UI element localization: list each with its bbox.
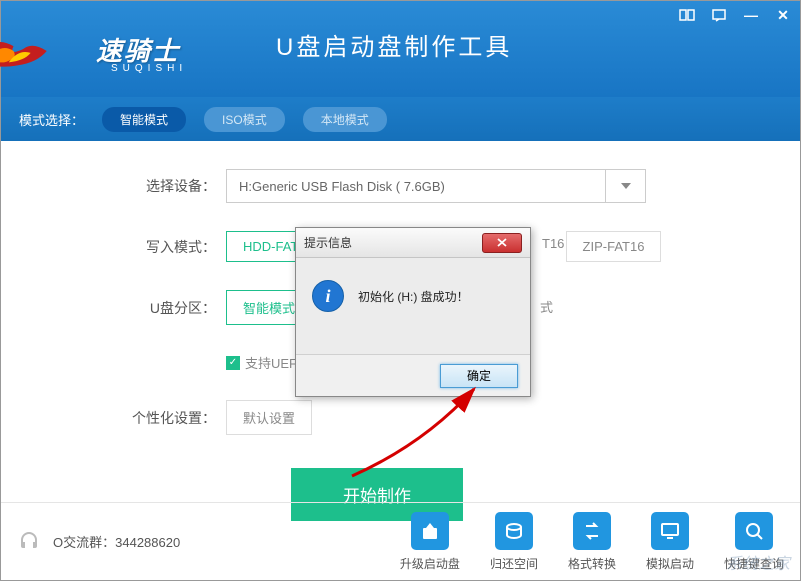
personal-default[interactable]: 默认设置 bbox=[226, 400, 312, 435]
close-button[interactable]: ✕ bbox=[774, 7, 792, 23]
personal-row: 个性化设置： 默认设置 bbox=[61, 400, 740, 435]
tool-upgrade[interactable]: 升级启动盘 bbox=[400, 512, 460, 572]
tool-restore[interactable]: 归还空间 bbox=[490, 512, 538, 572]
app-header: 速骑士 SUQISHI U盘启动盘制作工具 — ✕ bbox=[1, 1, 800, 97]
minimize-button[interactable]: — bbox=[742, 7, 760, 23]
upgrade-icon bbox=[411, 512, 449, 550]
convert-icon bbox=[573, 512, 611, 550]
info-icon: i bbox=[312, 280, 344, 312]
window-controls: — ✕ bbox=[678, 7, 792, 23]
dialog-message: 初始化 (H:) 盘成功！ bbox=[358, 288, 469, 305]
feedback-icon[interactable] bbox=[710, 7, 728, 23]
logo: 速骑士 SUQISHI bbox=[21, 13, 251, 85]
device-dropdown-button[interactable] bbox=[606, 169, 646, 203]
device-select[interactable]: H:Generic USB Flash Disk ( 7.6GB) bbox=[226, 169, 606, 203]
tab-local-mode[interactable]: 本地模式 bbox=[303, 107, 387, 132]
dialog-close-button[interactable] bbox=[482, 233, 522, 253]
restore-icon bbox=[495, 512, 533, 550]
dialog-title-text: 提示信息 bbox=[304, 234, 352, 251]
check-icon: ✓ bbox=[226, 356, 240, 370]
dialog-footer: 确定 bbox=[296, 354, 530, 396]
book-icon[interactable] bbox=[678, 7, 696, 23]
device-row: 选择设备： H:Generic USB Flash Disk ( 7.6GB) bbox=[61, 169, 740, 203]
app-title: U盘启动盘制作工具 bbox=[276, 27, 512, 62]
brand-pinyin: SUQISHI bbox=[111, 63, 187, 74]
simulate-icon bbox=[651, 512, 689, 550]
mode-label: 模式选择： bbox=[19, 110, 84, 129]
info-dialog: 提示信息 i 初始化 (H:) 盘成功！ 确定 bbox=[295, 227, 531, 397]
partition-label: U盘分区： bbox=[61, 298, 216, 318]
qq-group: O交流群：344288620 bbox=[53, 532, 180, 551]
chevron-down-icon bbox=[621, 183, 631, 189]
tab-smart-mode[interactable]: 智能模式 bbox=[102, 107, 186, 132]
device-label: 选择设备： bbox=[61, 176, 216, 196]
mode-bar: 模式选择： 智能模式 ISO模式 本地模式 bbox=[1, 97, 800, 141]
write-mode-label: 写入模式： bbox=[61, 237, 216, 257]
watermark: 系统之家 bbox=[726, 550, 790, 574]
flame-icon bbox=[0, 21, 61, 81]
dialog-body: i 初始化 (H:) 盘成功！ bbox=[296, 258, 530, 334]
personal-label: 个性化设置： bbox=[61, 408, 216, 428]
tool-simulate[interactable]: 模拟启动 bbox=[646, 512, 694, 572]
hotkey-icon bbox=[735, 512, 773, 550]
close-icon bbox=[497, 238, 507, 247]
write-zip-fat16[interactable]: ZIP-FAT16 bbox=[566, 231, 662, 262]
headset-icon bbox=[17, 530, 41, 554]
dialog-ok-button[interactable]: 确定 bbox=[440, 364, 518, 388]
footer: O交流群：344288620 升级启动盘 归还空间 格式转换 模拟启动 bbox=[1, 502, 800, 580]
tool-convert[interactable]: 格式转换 bbox=[568, 512, 616, 572]
dialog-titlebar[interactable]: 提示信息 bbox=[296, 228, 530, 258]
tab-iso-mode[interactable]: ISO模式 bbox=[204, 107, 285, 132]
